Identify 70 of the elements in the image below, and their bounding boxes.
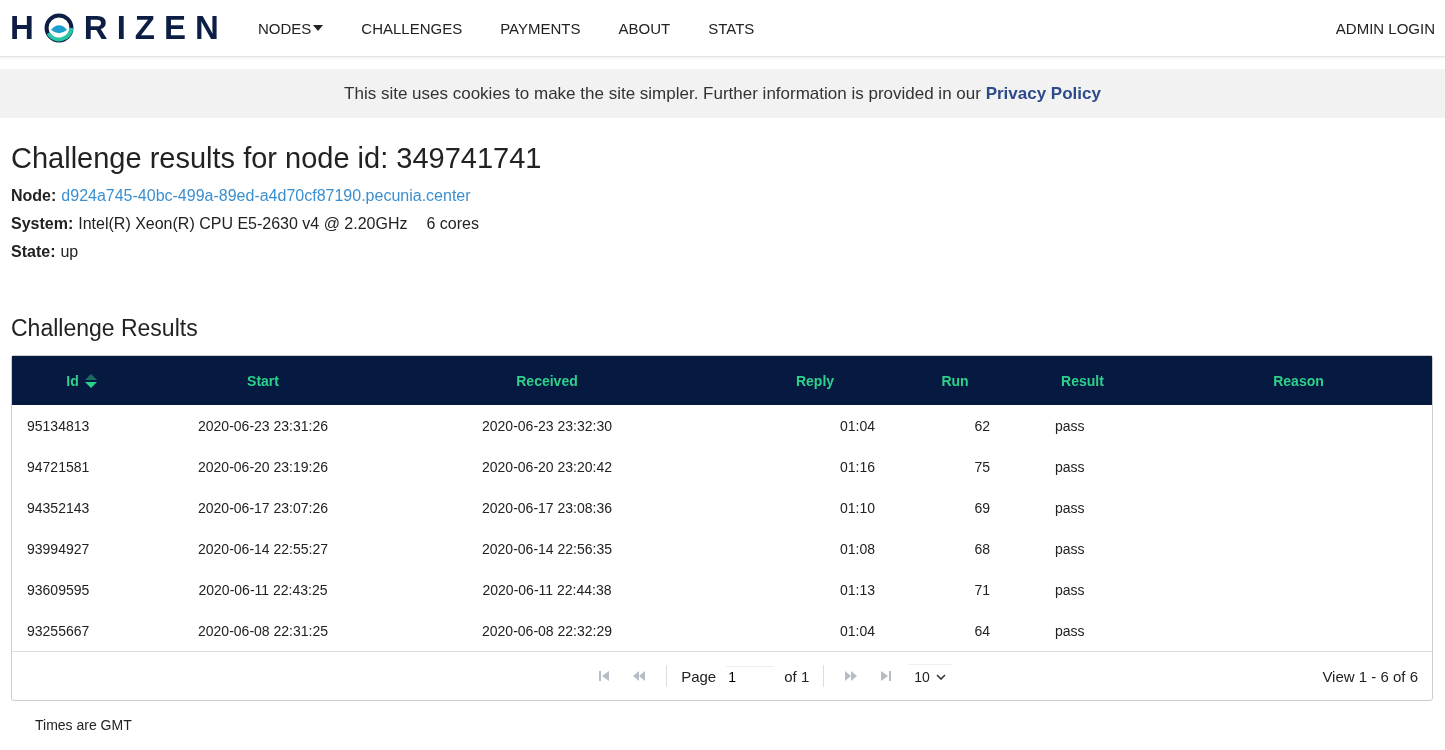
table-cell: 94721581 <box>27 458 90 475</box>
table-cell: pass <box>1055 417 1085 434</box>
logo-icon <box>42 12 75 44</box>
column-header[interactable]: Result <box>1000 356 1165 405</box>
footnote: Times are GMT <box>35 717 133 733</box>
table-cell: 2020-06-08 22:32:29 <box>482 622 612 639</box>
node-link[interactable]: d924a745-40bc-499a-89ed-a4d70cf87190.pecunia.center <box>61 187 471 205</box>
table-cell: pass <box>1055 622 1085 639</box>
detail-label: System: <box>11 215 74 233</box>
page-label: Page <box>681 667 717 685</box>
logo-text: RIZEN <box>83 9 228 47</box>
table-cell: 2020-06-23 23:31:26 <box>198 417 328 434</box>
page-size-select[interactable]: 10 <box>908 663 952 689</box>
table-cell: 2020-06-14 22:55:27 <box>198 540 328 557</box>
detail-label: State: <box>11 243 56 261</box>
table-cell: 2020-06-08 22:31:25 <box>198 622 328 639</box>
column-header[interactable]: Start <box>152 356 374 405</box>
table-cell: pass <box>1055 540 1085 557</box>
cookie-text: This site uses cookies to make the site simpler. Further information is provided in our Privacy Policy <box>344 83 1101 104</box>
table-cell: 2020-06-11 22:43:25 <box>198 581 328 598</box>
table-cell: 93255667 <box>27 622 90 639</box>
logo-letter: H <box>10 9 43 47</box>
table-cell: 95134813 <box>27 417 90 434</box>
table-cell: pass <box>1055 458 1085 475</box>
column-header[interactable]: Reason <box>1165 356 1432 405</box>
nav-link[interactable]: NODES <box>258 19 324 37</box>
table-cell: 2020-06-17 23:07:26 <box>198 499 328 516</box>
detail-value: up <box>60 243 79 261</box>
table-cell: 2020-06-11 22:44:38 <box>482 581 612 598</box>
column-header[interactable]: Received <box>374 356 720 405</box>
table-cell: 68 <box>974 540 990 557</box>
page-title: Challenge results for node id: 349741741 <box>11 142 543 175</box>
table-cell: 01:08 <box>839 540 875 557</box>
table-cell: 64 <box>974 622 990 639</box>
table-cell: 01:04 <box>839 417 875 434</box>
table-cell: 62 <box>974 417 990 434</box>
table-cell: 01:13 <box>839 581 875 598</box>
admin-login-link[interactable]: ADMIN LOGIN <box>1335 19 1435 37</box>
caret-icon <box>313 25 324 31</box>
chevron-icon <box>935 673 946 680</box>
detail-value: Intel(R) Xeon(R) CPU E5-2630 v4 @ 2.20GHz <box>78 215 408 233</box>
detail-extra: 6 cores <box>426 215 479 233</box>
nav-link[interactable]: ABOUT <box>618 19 671 37</box>
table-cell: pass <box>1055 499 1085 516</box>
table-cell: 75 <box>974 458 990 475</box>
table-cell: 01:10 <box>839 499 875 516</box>
page-count: of 1 <box>784 667 810 685</box>
table-cell: 2020-06-20 23:20:42 <box>482 458 612 475</box>
table-cell: 69 <box>974 499 990 516</box>
column-header[interactable]: Id <box>12 356 152 405</box>
column-header[interactable]: Reply <box>720 356 910 405</box>
nav-link[interactable]: PAYMENTS <box>500 19 581 37</box>
table-cell: 2020-06-20 23:19:26 <box>198 458 328 475</box>
table-cell: 01:16 <box>839 458 875 475</box>
table-cell: pass <box>1055 581 1085 598</box>
record-count: View 1 - 6 of 6 <box>1322 667 1418 685</box>
column-header[interactable]: Run <box>910 356 1000 405</box>
table-cell: 2020-06-23 23:32:30 <box>482 417 612 434</box>
table-cell: 93994927 <box>27 540 90 557</box>
table-cell: 94352143 <box>27 499 90 516</box>
sort-icon <box>83 373 98 388</box>
table-cell: 2020-06-17 23:08:36 <box>482 499 612 516</box>
table-cell: 2020-06-14 22:56:35 <box>482 540 612 557</box>
section-title: Challenge Results <box>11 315 199 342</box>
table-cell: 01:04 <box>839 622 875 639</box>
detail-label: Node: <box>11 187 57 205</box>
table-cell: 93609595 <box>27 581 90 598</box>
table-cell: 71 <box>974 581 990 598</box>
nav-link[interactable]: STATS <box>708 19 755 37</box>
nav-link[interactable]: CHALLENGES <box>361 19 463 37</box>
